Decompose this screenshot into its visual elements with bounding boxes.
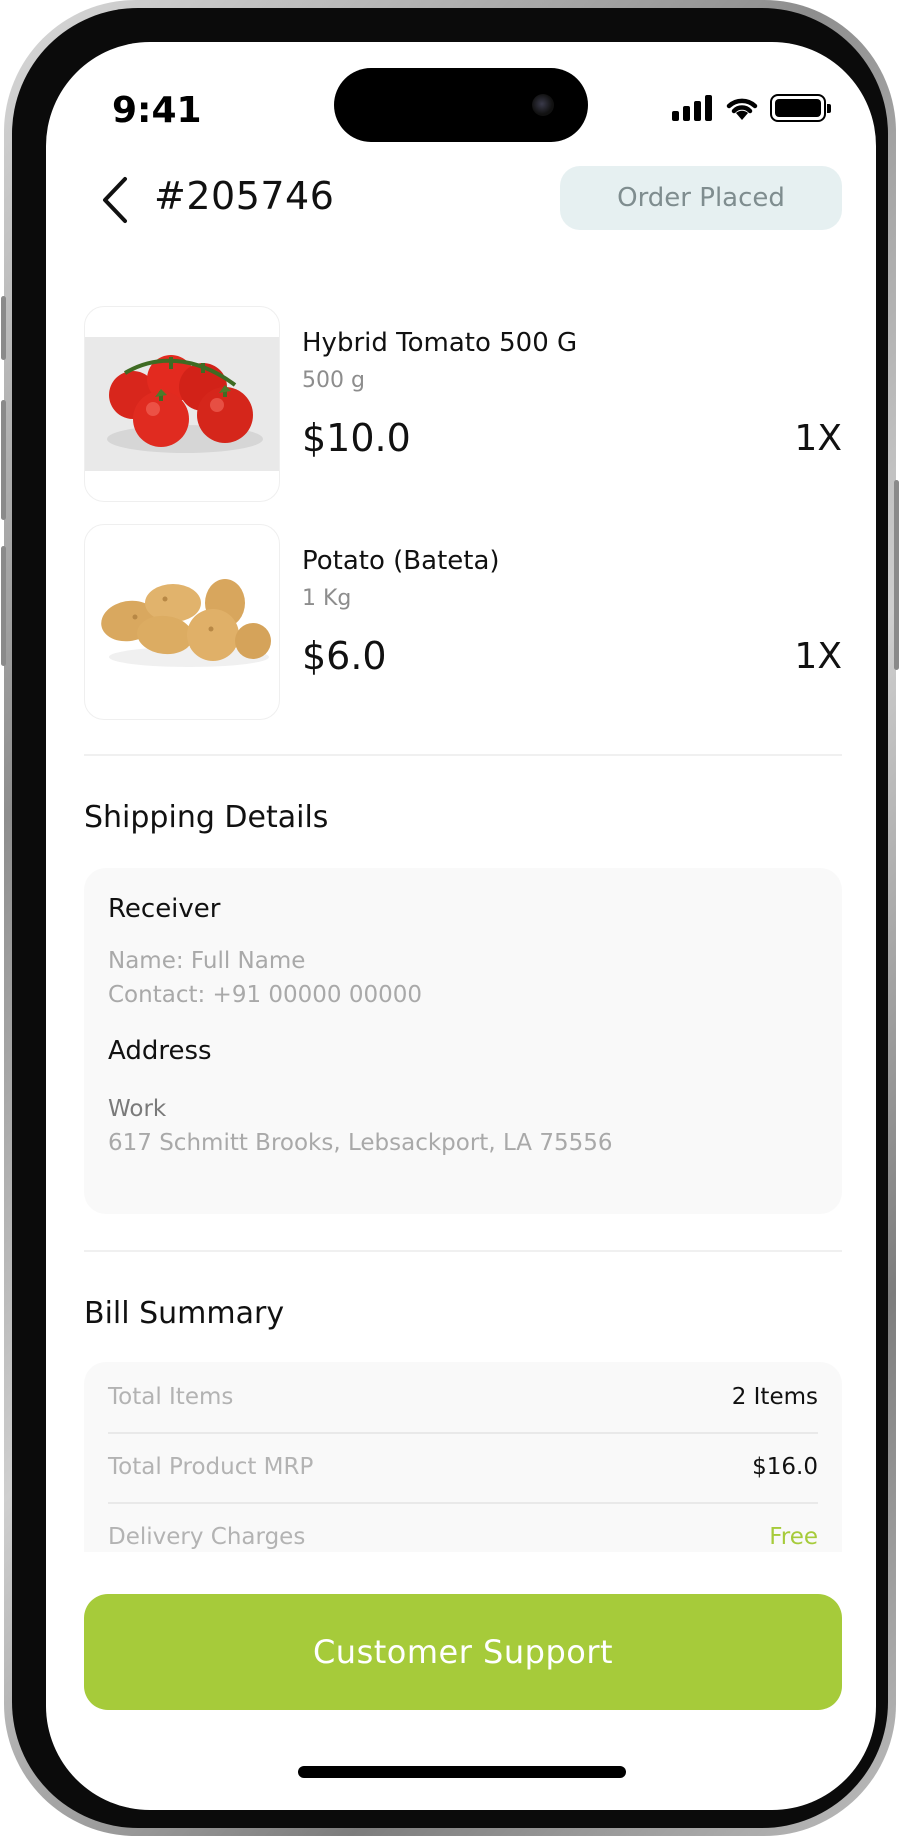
product-item[interactable]: Hybrid Tomato 500 G 500 g $10.0 1X xyxy=(84,306,842,502)
signal-icon xyxy=(672,95,712,121)
home-indicator[interactable] xyxy=(298,1766,626,1778)
product-name: Potato (Bateta) xyxy=(302,546,500,576)
phone-frame: 9:41 #205746 Order Placed Hybrid Tomato … xyxy=(1,0,899,1836)
product-item[interactable]: Potato (Bateta) 1 Kg $6.0 1X xyxy=(84,524,842,720)
product-name: Hybrid Tomato 500 G xyxy=(302,328,578,358)
volume-up-button xyxy=(1,400,6,520)
bill-label: Total Items xyxy=(108,1384,234,1410)
shipping-card: Receiver Name: Full Name Contact: +91 00… xyxy=(84,868,842,1214)
receiver-name: Name: Full Name xyxy=(108,948,306,974)
bill-row-total-mrp: Total Product MRP $16.0 xyxy=(108,1432,818,1502)
product-price: $10.0 xyxy=(302,416,411,460)
volume-down-button xyxy=(1,546,6,666)
bill-row-total-items: Total Items 2 Items xyxy=(108,1362,818,1432)
action-button xyxy=(1,296,6,360)
power-button xyxy=(894,480,899,670)
wifi-icon xyxy=(726,98,758,120)
product-quantity: 1X xyxy=(794,636,842,677)
bill-value: 2 Items xyxy=(731,1384,818,1410)
status-time: 9:41 xyxy=(112,90,202,131)
potato-image xyxy=(84,524,280,720)
address-label: Address xyxy=(108,1036,212,1066)
screen: 9:41 #205746 Order Placed Hybrid Tomato … xyxy=(46,42,876,1810)
bill-value: $16.0 xyxy=(752,1454,818,1480)
receiver-label: Receiver xyxy=(108,894,221,924)
bill-label: Delivery Charges xyxy=(108,1524,306,1550)
chevron-left-icon xyxy=(103,177,127,223)
divider xyxy=(84,1250,842,1252)
address-line: 617 Schmitt Brooks, Lebsackport, LA 7555… xyxy=(108,1130,613,1156)
bill-summary-title: Bill Summary xyxy=(84,1296,285,1331)
divider xyxy=(84,754,842,756)
product-unit: 500 g xyxy=(302,368,365,393)
product-price: $6.0 xyxy=(302,634,387,678)
camera-icon xyxy=(532,94,554,116)
battery-icon xyxy=(770,94,831,122)
bezel: 9:41 #205746 Order Placed Hybrid Tomato … xyxy=(12,8,888,1828)
customer-support-button[interactable]: Customer Support xyxy=(84,1594,842,1710)
back-button[interactable] xyxy=(84,170,144,230)
bill-label: Total Product MRP xyxy=(108,1454,314,1480)
address-type: Work xyxy=(108,1096,167,1122)
shipping-details-title: Shipping Details xyxy=(84,800,329,835)
order-status-badge: Order Placed xyxy=(560,166,842,230)
receiver-contact: Contact: +91 00000 00000 xyxy=(108,982,423,1008)
product-unit: 1 Kg xyxy=(302,586,352,611)
bill-summary-card: Total Items 2 Items Total Product MRP $1… xyxy=(84,1362,842,1552)
status-icons xyxy=(672,94,831,122)
bill-row-delivery: Delivery Charges Free xyxy=(108,1502,818,1552)
dynamic-island xyxy=(334,68,588,142)
bill-value: Free xyxy=(769,1524,818,1550)
order-id: #205746 xyxy=(154,174,335,218)
tomato-image xyxy=(84,306,280,502)
product-quantity: 1X xyxy=(794,418,842,459)
